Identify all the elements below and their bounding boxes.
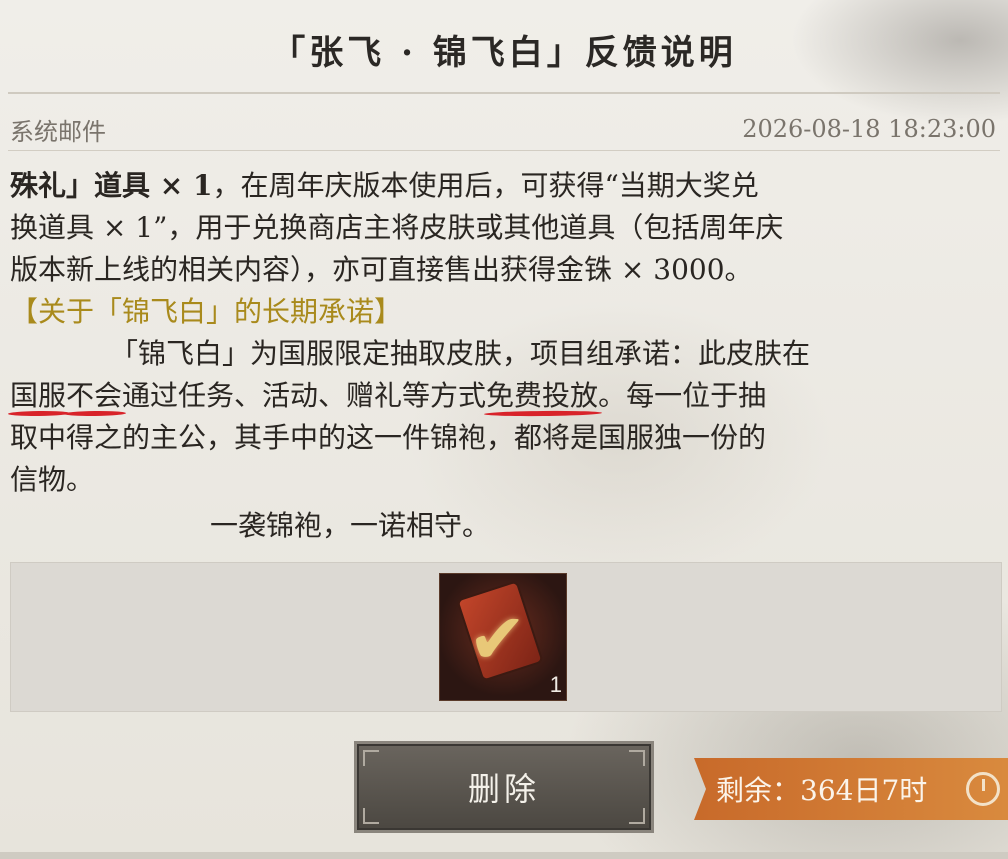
check-icon: ✔ xyxy=(468,598,527,680)
corner-ornament xyxy=(629,750,645,766)
paragraph-1: 殊礼」道具 × 1，在周年庆版本使用后，可获得“当期大奖兑 换道具 × 1”，用… xyxy=(10,165,1000,291)
clock-icon xyxy=(966,772,1000,806)
para2-line2-mid: 通过任务、活动、赠礼等方式 xyxy=(122,379,487,412)
item-name-bold: 殊礼」道具 × 1 xyxy=(10,169,213,202)
underline-buhui: 不会 xyxy=(66,379,123,412)
title-bar: 「张飞 · 锦飞白」反馈说明 xyxy=(0,0,1008,98)
para2-line1: 「锦飞白」为国服限定抽取皮肤，项目组承诺：此皮肤在 xyxy=(110,337,811,370)
para2-line2-end: 。每一位于抽 xyxy=(598,379,767,412)
item-count: 1 xyxy=(549,672,562,697)
title-divider xyxy=(8,92,1000,94)
closing-text: 一袭锦袍，一诺相守。 xyxy=(210,509,491,542)
reward-item-slot[interactable]: ✔ 1 xyxy=(439,573,567,701)
reward-panel: ✔ 1 xyxy=(10,562,1002,712)
para1-line2: 换道具 × 1”，用于兑换商店主将皮肤或其他道具（包括周年庆 xyxy=(10,211,784,244)
delete-button-label: 删除 xyxy=(467,770,540,808)
para2-line4: 信物。 xyxy=(10,463,95,496)
timestamp: 2026-08-18 18:23:00 xyxy=(742,115,996,143)
delete-button[interactable]: 删除 xyxy=(354,741,654,833)
mail-body: 殊礼」道具 × 1，在周年庆版本使用后，可获得“当期大奖兑 换道具 × 1”，用… xyxy=(10,165,1000,547)
para2-line3: 取中得之的主公，其手中的这一件锦袍，都将是国服独一份的 xyxy=(10,421,767,454)
remaining-time-text: 剩余：364日7时 xyxy=(716,774,928,807)
mail-title: 「张飞 · 锦飞白」反馈说明 xyxy=(271,32,737,73)
promise-heading: 【关于「锦飞白」的长期承诺】 xyxy=(10,295,403,328)
sender-label: 系统邮件 xyxy=(10,117,106,146)
paragraph-2: 「锦飞白」为国服限定抽取皮肤，项目组承诺：此皮肤在 国服不会通过任务、活动、赠礼… xyxy=(10,333,1000,501)
bottom-divider xyxy=(0,852,1008,859)
corner-ornament xyxy=(629,808,645,824)
remaining-time-badge: 剩余：364日7时 xyxy=(694,758,1008,820)
para1-line1: ，在周年庆版本使用后，可获得“当期大奖兑 xyxy=(212,169,759,202)
underline-guofu: 国服 xyxy=(10,379,67,412)
para1-line3: 版本新上线的相关内容），亦可直接售出获得金铢 × 3000。 xyxy=(10,253,753,286)
corner-ornament xyxy=(363,808,379,824)
underline-free: 免费投放 xyxy=(486,379,599,412)
corner-ornament xyxy=(363,750,379,766)
closing-line: 一袭锦袍，一诺相守。 xyxy=(10,505,1000,547)
meta-divider xyxy=(8,150,1000,151)
mail-meta: 系统邮件 2026-08-18 18:23:00 xyxy=(10,112,996,146)
